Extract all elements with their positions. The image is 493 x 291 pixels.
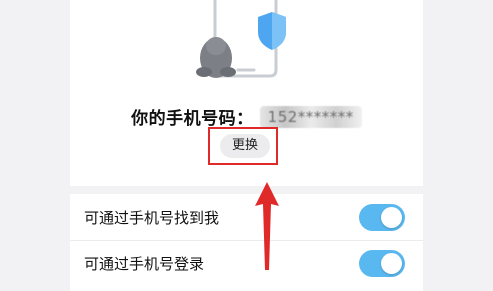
settings-row-label: 可通过手机号找到我 [84,208,220,227]
toggle-knob [381,253,402,274]
settings-row-find-by-phone[interactable]: 可通过手机号找到我 [70,194,423,240]
phone-binding-screen: 你的手机号码： 152******* 更换 可通过手机号找到我 可通过手机号登录 [0,0,493,291]
settings-row-label: 可通过手机号登录 [84,255,205,273]
left-gutter [0,0,70,291]
change-phone-button[interactable]: 更换 [220,134,270,158]
masked-phone-number: 152******* [259,105,362,128]
toggle-knob [381,206,402,228]
login-by-phone-toggle[interactable] [359,250,405,277]
settings-row-login-by-phone[interactable]: 可通过手机号登录 [70,240,423,286]
right-gutter [423,0,493,291]
shield-icon [258,12,286,50]
phone-number-row: 你的手机号码： 152******* [0,104,493,129]
phone-shield-illustration [196,0,286,78]
find-by-phone-toggle[interactable] [359,203,405,231]
phone-number-label: 你的手机号码： [131,109,254,129]
red-up-arrow-icon [255,182,279,270]
penguin-mascot-icon [196,37,236,78]
phone-settings-list: 可通过手机号找到我 可通过手机号登录 [70,194,423,286]
